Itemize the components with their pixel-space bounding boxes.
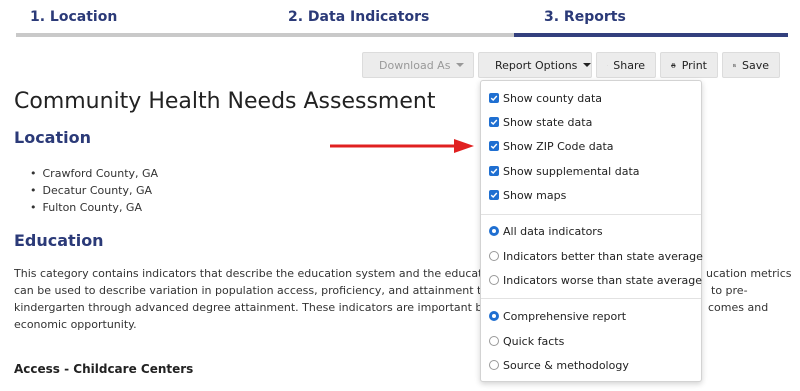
menu-item-label: Show maps [503,188,567,202]
step-tab-location[interactable]: 1. Location [30,9,117,25]
indicators-worse-radio[interactable]: Indicators worse than state average [489,271,702,289]
save-label: Save [741,58,769,72]
location-heading: Location [14,128,91,147]
menu-item-label: Source & methodology [503,358,629,372]
education-heading: Education [14,231,104,250]
show-state-data-checkbox[interactable]: Show state data [489,113,592,131]
download-as-button[interactable]: Download As [362,52,474,78]
list-item: Fulton County, GA [30,199,158,216]
checkbox-checked-icon [489,93,499,103]
checkbox-checked-icon [489,141,499,151]
menu-item-label: Show county data [503,91,602,105]
subsection-heading: Access - Childcare Centers [14,362,194,376]
step-tab-data-indicators[interactable]: 2. Data Indicators [288,9,429,25]
education-description-overflow: ucation metrics to pre- comes and [706,265,791,316]
share-label: Share [613,58,645,72]
paragraph-line: ucation metrics [706,267,792,280]
menu-divider [481,214,701,215]
list-item: Decatur County, GA [30,182,158,199]
show-county-data-checkbox[interactable]: Show county data [489,89,602,107]
download-as-label: Download As [379,58,451,72]
show-maps-checkbox[interactable]: Show maps [489,186,566,204]
chevron-down-icon [583,63,592,67]
menu-item-label: Indicators worse than state average [503,273,702,287]
report-options-label: Report Options [495,58,578,72]
step-progress-active [514,33,788,37]
report-toolbar: Download As Report Options Share Print S… [362,52,780,78]
print-label: Print [681,58,707,72]
show-zip-code-data-checkbox[interactable]: Show ZIP Code data [489,137,614,155]
radio-selected-icon [489,311,499,321]
radio-unselected-icon [489,275,499,285]
radio-unselected-icon [489,336,499,346]
menu-divider [481,298,701,299]
page-title: Community Health Needs Assessment [14,89,436,114]
checkbox-checked-icon [489,190,499,200]
menu-item-label: Show ZIP Code data [503,139,614,153]
share-button[interactable]: Share [596,52,656,78]
floppy-disk-icon [733,63,736,67]
source-methodology-radio[interactable]: Source & methodology [489,356,629,374]
menu-item-label: All data indicators [503,224,603,238]
quick-facts-radio[interactable]: Quick facts [489,332,564,350]
printer-icon [671,62,676,68]
step-tab-reports[interactable]: 3. Reports [544,9,626,25]
report-options-button[interactable]: Report Options [478,52,592,78]
list-item: Crawford County, GA [30,165,159,182]
menu-item-label: Show supplemental data [503,164,640,178]
radio-unselected-icon [489,360,499,370]
menu-item-label: Indicators better than state average [503,249,703,263]
show-supplemental-data-checkbox[interactable]: Show supplemental data [489,162,640,180]
checkbox-checked-icon [489,166,499,176]
all-data-indicators-radio[interactable]: All data indicators [489,222,603,240]
report-options-menu: Show county data Show state data Show ZI… [480,80,703,382]
menu-item-label: Quick facts [503,334,565,348]
checkbox-checked-icon [489,117,499,127]
radio-selected-icon [489,226,499,236]
save-button[interactable]: Save [722,52,780,78]
indicators-better-radio[interactable]: Indicators better than state average [489,247,703,265]
comprehensive-report-radio[interactable]: Comprehensive report [489,307,626,325]
location-list: Crawford County, GA Decatur County, GA F… [30,165,159,216]
chevron-down-icon [456,63,465,67]
radio-unselected-icon [489,251,499,261]
paragraph-line: comes and [708,301,769,314]
menu-item-label: Show state data [503,115,593,129]
print-button[interactable]: Print [660,52,718,78]
step-tabs: 1. Location 2. Data Indicators 3. Report… [0,0,800,40]
menu-item-label: Comprehensive report [503,309,627,323]
step-progress-track [16,33,514,37]
red-arrow-icon [330,139,474,153]
paragraph-line: to pre- [711,284,748,297]
